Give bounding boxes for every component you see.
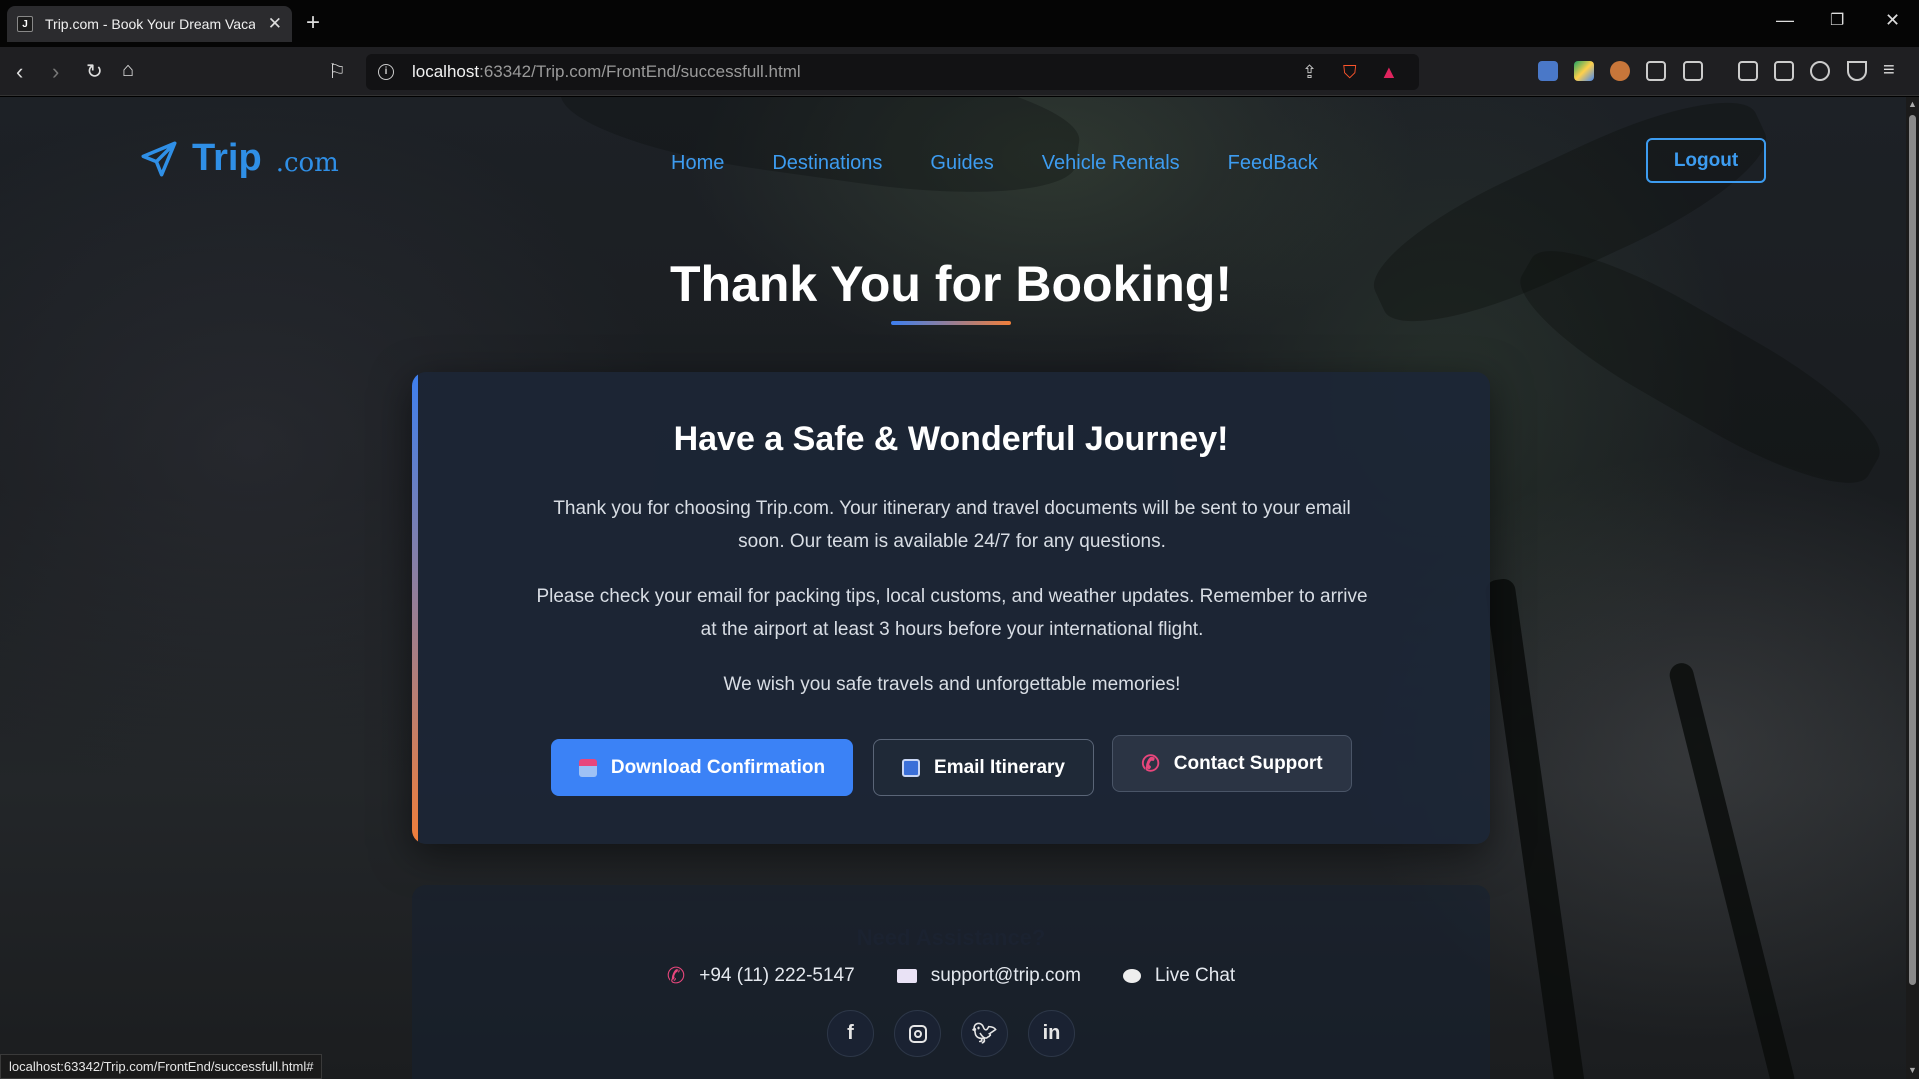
- envelope-icon: [902, 758, 921, 777]
- card-heading: Have a Safe & Wonderful Journey!: [673, 420, 1229, 458]
- url-path: :63342/Trip.com/FrontEnd/successfull.htm…: [479, 62, 801, 81]
- nav-guides[interactable]: Guides: [930, 152, 993, 175]
- brave-shields-icon[interactable]: ⛉: [1343, 62, 1357, 83]
- nav-feedback[interactable]: FeedBack: [1228, 152, 1318, 175]
- download-confirmation-label: Download Confirmation: [610, 756, 826, 778]
- logo-name: Trip: [192, 137, 262, 179]
- twitter-icon[interactable]: 🐦︎: [961, 1010, 1008, 1057]
- scrollbar-thumb[interactable]: [1909, 115, 1916, 985]
- nav-destinations[interactable]: Destinations: [772, 152, 882, 175]
- translate-extension-icon[interactable]: [1538, 61, 1558, 81]
- card-paragraph-1: Thank you for choosing Trip.com. Your it…: [553, 498, 1351, 552]
- forward-icon[interactable]: ›: [52, 59, 59, 85]
- scroll-up-icon[interactable]: ▲: [1908, 99, 1917, 109]
- main-nav: Home Destinations Guides Vehicle Rentals…: [671, 152, 1318, 175]
- assistance-section: Need Assistance? ✆ +94 (11) 222-5147 sup…: [412, 885, 1490, 1079]
- email-itinerary-button[interactable]: Email Itinerary: [873, 739, 1094, 796]
- palm-trunk-decoration: [1483, 577, 1587, 1079]
- browser-toolbar: ‹ › ↻ ⌂ ⚐ i localhost :63342/Trip.com/Fr…: [0, 47, 1919, 96]
- contact-phone-text: +94 (11) 222-5147: [699, 965, 855, 986]
- browser-tab[interactable]: J Trip.com - Book Your Dream Vacation ✕: [7, 6, 292, 42]
- nav-home[interactable]: Home: [671, 152, 724, 175]
- close-window-icon[interactable]: ✕: [1885, 10, 1900, 31]
- nav-vehicle-rentals[interactable]: Vehicle Rentals: [1042, 152, 1180, 175]
- envelope-icon: [896, 969, 917, 983]
- wallet-icon[interactable]: [1774, 61, 1794, 81]
- status-bar-url: localhost:63342/Trip.com/FrontEnd/succes…: [0, 1054, 323, 1079]
- card-paragraph-3: We wish you safe travels and unforgettab…: [723, 674, 1181, 695]
- page-scrollbar[interactable]: ▲ ▼: [1906, 97, 1919, 1079]
- tab-title: Trip.com - Book Your Dream Vacation: [45, 16, 255, 32]
- url-host: localhost: [412, 62, 480, 81]
- contact-email-text: support@trip.com: [930, 965, 1081, 986]
- logout-button[interactable]: Logout: [1646, 138, 1766, 183]
- site-info-icon[interactable]: i: [378, 64, 394, 80]
- card-paragraph-2: Please check your email for packing tips…: [536, 586, 1368, 640]
- contact-support-button[interactable]: ✆ Contact Support: [1112, 735, 1352, 792]
- cookie-extension-icon[interactable]: [1610, 61, 1630, 81]
- home-icon[interactable]: ⌂: [122, 59, 134, 82]
- contact-chat-text: Live Chat: [1154, 965, 1236, 986]
- facebook-icon[interactable]: f: [827, 1010, 874, 1057]
- back-icon[interactable]: ‹: [16, 59, 23, 85]
- screenshot-icon[interactable]: [1683, 61, 1703, 81]
- share-icon[interactable]: ⇪: [1302, 62, 1317, 83]
- phone-icon: ✆: [1141, 750, 1160, 776]
- linkedin-icon[interactable]: in: [1028, 1010, 1075, 1057]
- assistance-heading: Need Assistance?: [856, 925, 1046, 950]
- close-tab-icon[interactable]: ✕: [268, 14, 282, 34]
- new-tab-icon[interactable]: +: [306, 9, 320, 37]
- contact-email[interactable]: support@trip.com: [896, 963, 1081, 989]
- extensions-icon[interactable]: [1646, 61, 1666, 81]
- site-favicon-icon: J: [17, 16, 33, 32]
- instagram-icon[interactable]: [894, 1010, 941, 1057]
- sidebar-icon[interactable]: [1738, 61, 1758, 81]
- social-links: f 🐦︎ in: [412, 1010, 1490, 1057]
- vpn-shield-icon[interactable]: [1847, 61, 1867, 81]
- page-viewport: Trip .com Home Destinations Guides Vehic…: [0, 97, 1919, 1079]
- contact-row: ✆ +94 (11) 222-5147 support@trip.com Liv…: [412, 963, 1490, 989]
- minimize-icon[interactable]: —: [1776, 10, 1794, 31]
- confirmation-card: Have a Safe & Wonderful Journey! Thank y…: [412, 372, 1490, 844]
- address-bar[interactable]: i localhost :63342/Trip.com/FrontEnd/suc…: [366, 54, 1419, 90]
- browser-tab-bar: J Trip.com - Book Your Dream Vacation ✕ …: [0, 0, 1919, 47]
- page-title: Thank You for Booking!: [669, 256, 1232, 312]
- contact-support-label: Contact Support: [1173, 752, 1323, 774]
- chat-bubble-icon: [1122, 969, 1141, 983]
- contact-phone[interactable]: ✆ +94 (11) 222-5147: [667, 963, 855, 989]
- paper-plane-icon: [141, 141, 177, 176]
- download-confirmation-button[interactable]: Download Confirmation: [551, 739, 853, 796]
- email-itinerary-label: Email Itinerary: [934, 756, 1065, 778]
- leo-ai-icon[interactable]: [1810, 61, 1830, 81]
- menu-icon[interactable]: ≡: [1883, 59, 1895, 82]
- title-underline: [891, 321, 1011, 325]
- restore-icon[interactable]: ❐: [1830, 10, 1844, 30]
- palm-trunk-decoration: [1667, 660, 1797, 1079]
- scroll-down-icon[interactable]: ▼: [1908, 1065, 1917, 1075]
- contact-live-chat[interactable]: Live Chat: [1122, 963, 1236, 989]
- site-logo[interactable]: Trip .com: [138, 137, 339, 180]
- phone-icon: ✆: [666, 963, 686, 988]
- reload-icon[interactable]: ↻: [86, 59, 103, 84]
- download-icon: [578, 758, 597, 777]
- drive-extension-icon[interactable]: [1574, 61, 1594, 81]
- brave-rewards-icon[interactable]: ▲: [1380, 62, 1398, 83]
- logo-suffix: .com: [275, 147, 339, 178]
- bookmark-icon[interactable]: ⚐: [328, 59, 346, 84]
